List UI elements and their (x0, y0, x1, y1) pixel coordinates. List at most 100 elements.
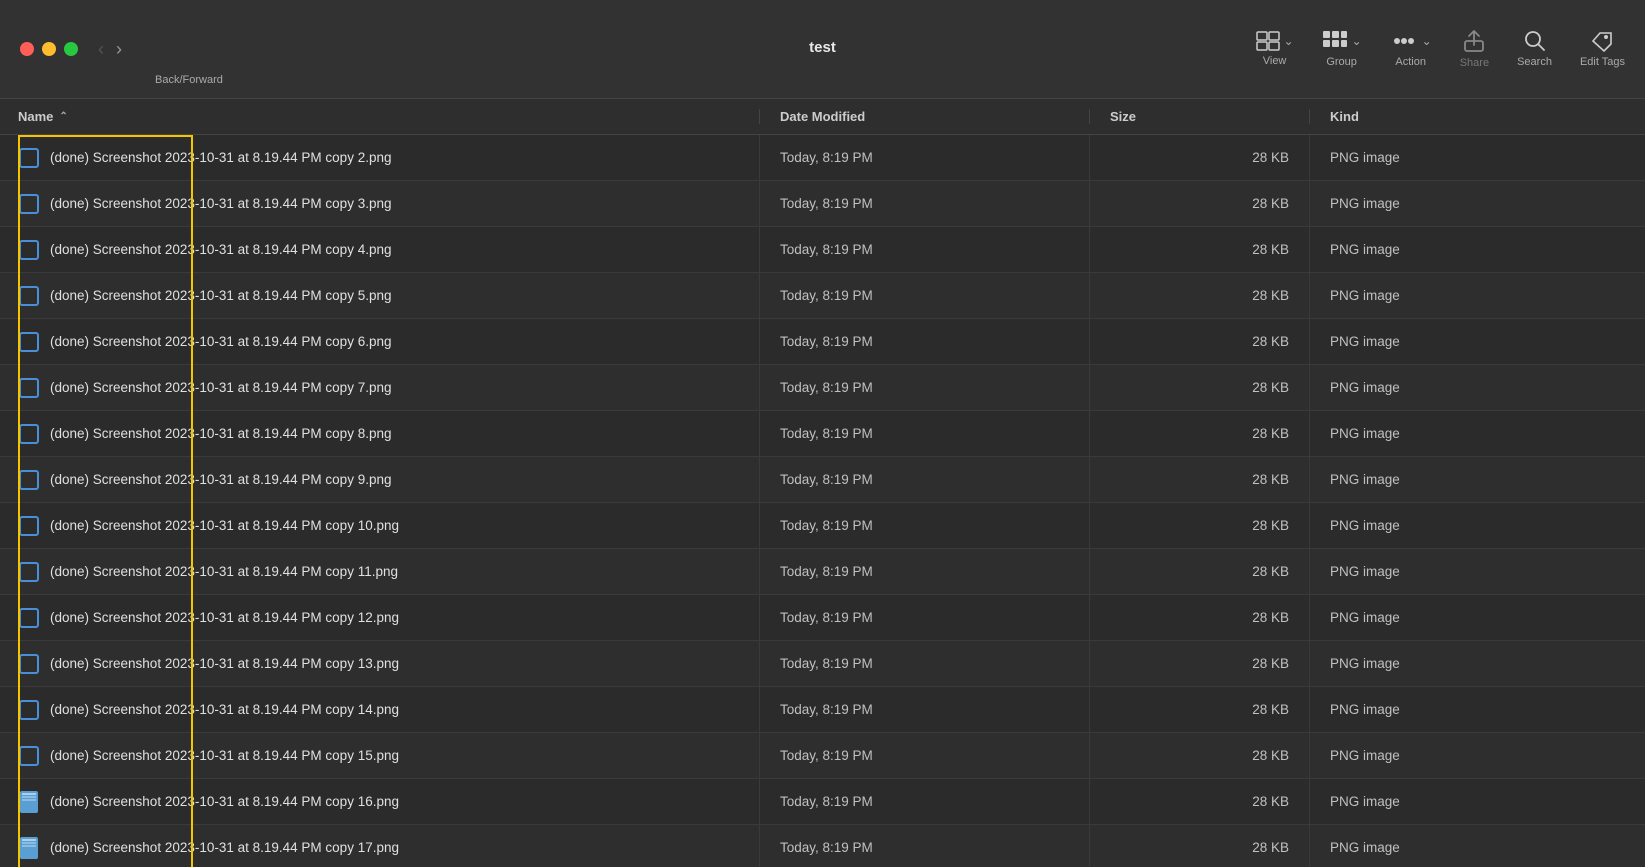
checkbox-icon (19, 286, 39, 306)
file-date: Today, 8:19 PM (760, 595, 1090, 640)
table-row[interactable]: (done) Screenshot 2023-10-31 at 8.19.44 … (0, 457, 1645, 503)
forward-button[interactable]: › (116, 39, 122, 60)
file-name-col: (done) Screenshot 2023-10-31 at 8.19.44 … (0, 595, 760, 640)
file-size: 28 KB (1090, 595, 1310, 640)
search-icon (1524, 30, 1546, 52)
file-size: 28 KB (1090, 733, 1310, 778)
table-row[interactable]: (done) Screenshot 2023-10-31 at 8.19.44 … (0, 779, 1645, 825)
file-name-col: (done) Screenshot 2023-10-31 at 8.19.44 … (0, 549, 760, 594)
file-name-col: (done) Screenshot 2023-10-31 at 8.19.44 … (0, 687, 760, 732)
file-date: Today, 8:19 PM (760, 687, 1090, 732)
table-row[interactable]: (done) Screenshot 2023-10-31 at 8.19.44 … (0, 825, 1645, 867)
file-kind: PNG image (1310, 273, 1645, 318)
file-kind: PNG image (1310, 779, 1645, 824)
table-row[interactable]: (done) Screenshot 2023-10-31 at 8.19.44 … (0, 687, 1645, 733)
edit-tags-icon (1590, 30, 1614, 52)
file-size: 28 KB (1090, 457, 1310, 502)
checkbox-icon (19, 516, 39, 536)
maximize-button[interactable] (64, 42, 78, 56)
view-icon: ⌄ (1256, 31, 1294, 51)
col-size-header[interactable]: Size (1090, 109, 1310, 124)
table-row[interactable]: (done) Screenshot 2023-10-31 at 8.19.44 … (0, 273, 1645, 319)
action-button[interactable]: ⌄ Action (1390, 30, 1432, 68)
file-date: Today, 8:19 PM (760, 227, 1090, 272)
table-row[interactable]: (done) Screenshot 2023-10-31 at 8.19.44 … (0, 733, 1645, 779)
search-button[interactable]: Search (1517, 30, 1552, 68)
checkbox-icon (19, 424, 39, 444)
file-name-col: (done) Screenshot 2023-10-31 at 8.19.44 … (0, 503, 760, 548)
file-icon (20, 837, 38, 859)
file-kind: PNG image (1310, 365, 1645, 410)
file-name: (done) Screenshot 2023-10-31 at 8.19.44 … (50, 518, 399, 533)
table-row[interactable]: (done) Screenshot 2023-10-31 at 8.19.44 … (0, 319, 1645, 365)
table-row[interactable]: (done) Screenshot 2023-10-31 at 8.19.44 … (0, 135, 1645, 181)
share-icon (1463, 29, 1485, 53)
checkbox-icon (19, 562, 39, 582)
file-kind: PNG image (1310, 319, 1645, 364)
file-name-col: (done) Screenshot 2023-10-31 at 8.19.44 … (0, 181, 760, 226)
file-size: 28 KB (1090, 319, 1310, 364)
table-row[interactable]: (done) Screenshot 2023-10-31 at 8.19.44 … (0, 411, 1645, 457)
file-name: (done) Screenshot 2023-10-31 at 8.19.44 … (50, 380, 391, 395)
file-name: (done) Screenshot 2023-10-31 at 8.19.44 … (50, 288, 391, 303)
checkbox-icon (19, 240, 39, 260)
file-name-col: (done) Screenshot 2023-10-31 at 8.19.44 … (0, 411, 760, 456)
view-button[interactable]: ⌄ View (1256, 31, 1294, 67)
file-date: Today, 8:19 PM (760, 641, 1090, 686)
file-kind: PNG image (1310, 687, 1645, 732)
file-size: 28 KB (1090, 687, 1310, 732)
table-row[interactable]: (done) Screenshot 2023-10-31 at 8.19.44 … (0, 227, 1645, 273)
close-button[interactable] (20, 42, 34, 56)
table-row[interactable]: (done) Screenshot 2023-10-31 at 8.19.44 … (0, 595, 1645, 641)
column-headers: Name ⌃ Date Modified Size Kind (0, 99, 1645, 135)
group-button[interactable]: ⌄ Group (1322, 30, 1362, 68)
table-row[interactable]: (done) Screenshot 2023-10-31 at 8.19.44 … (0, 181, 1645, 227)
file-kind: PNG image (1310, 411, 1645, 456)
file-date: Today, 8:19 PM (760, 503, 1090, 548)
file-kind: PNG image (1310, 457, 1645, 502)
file-size: 28 KB (1090, 549, 1310, 594)
titlebar: ‹ › Back/Forward test ⌄ View (0, 0, 1645, 99)
file-size: 28 KB (1090, 273, 1310, 318)
col-date-header[interactable]: Date Modified (760, 109, 1090, 124)
file-date: Today, 8:19 PM (760, 549, 1090, 594)
file-date: Today, 8:19 PM (760, 273, 1090, 318)
file-kind: PNG image (1310, 825, 1645, 867)
file-name-col: (done) Screenshot 2023-10-31 at 8.19.44 … (0, 733, 760, 778)
file-date: Today, 8:19 PM (760, 825, 1090, 867)
checkbox-icon (19, 608, 39, 628)
nav-buttons: ‹ › (98, 39, 122, 60)
checkbox-icon (19, 378, 39, 398)
file-kind: PNG image (1310, 733, 1645, 778)
table-row[interactable]: (done) Screenshot 2023-10-31 at 8.19.44 … (0, 641, 1645, 687)
back-button[interactable]: ‹ (98, 39, 104, 60)
col-kind-header[interactable]: Kind (1310, 109, 1645, 124)
table-row[interactable]: (done) Screenshot 2023-10-31 at 8.19.44 … (0, 365, 1645, 411)
file-list: (done) Screenshot 2023-10-31 at 8.19.44 … (0, 135, 1645, 867)
col-name-header[interactable]: Name ⌃ (0, 109, 760, 124)
share-label: Share (1460, 57, 1489, 69)
minimize-button[interactable] (42, 42, 56, 56)
file-name-col: (done) Screenshot 2023-10-31 at 8.19.44 … (0, 273, 760, 318)
group-icon: ⌄ (1322, 30, 1362, 52)
file-size: 28 KB (1090, 779, 1310, 824)
file-name-col: (done) Screenshot 2023-10-31 at 8.19.44 … (0, 779, 760, 824)
checkbox-icon (19, 470, 39, 490)
edit-tags-button[interactable]: Edit Tags (1580, 30, 1625, 68)
table-row[interactable]: (done) Screenshot 2023-10-31 at 8.19.44 … (0, 549, 1645, 595)
file-date: Today, 8:19 PM (760, 779, 1090, 824)
file-size: 28 KB (1090, 227, 1310, 272)
file-name-col: (done) Screenshot 2023-10-31 at 8.19.44 … (0, 135, 760, 180)
file-date: Today, 8:19 PM (760, 181, 1090, 226)
file-name: (done) Screenshot 2023-10-31 at 8.19.44 … (50, 610, 399, 625)
file-name: (done) Screenshot 2023-10-31 at 8.19.44 … (50, 564, 398, 579)
file-name-col: (done) Screenshot 2023-10-31 at 8.19.44 … (0, 641, 760, 686)
file-size: 28 KB (1090, 641, 1310, 686)
table-row[interactable]: (done) Screenshot 2023-10-31 at 8.19.44 … (0, 503, 1645, 549)
file-kind: PNG image (1310, 135, 1645, 180)
file-kind: PNG image (1310, 595, 1645, 640)
share-button[interactable]: Share (1460, 29, 1489, 69)
file-name-col: (done) Screenshot 2023-10-31 at 8.19.44 … (0, 227, 760, 272)
back-forward-label: Back/Forward (155, 74, 223, 86)
file-name: (done) Screenshot 2023-10-31 at 8.19.44 … (50, 196, 391, 211)
